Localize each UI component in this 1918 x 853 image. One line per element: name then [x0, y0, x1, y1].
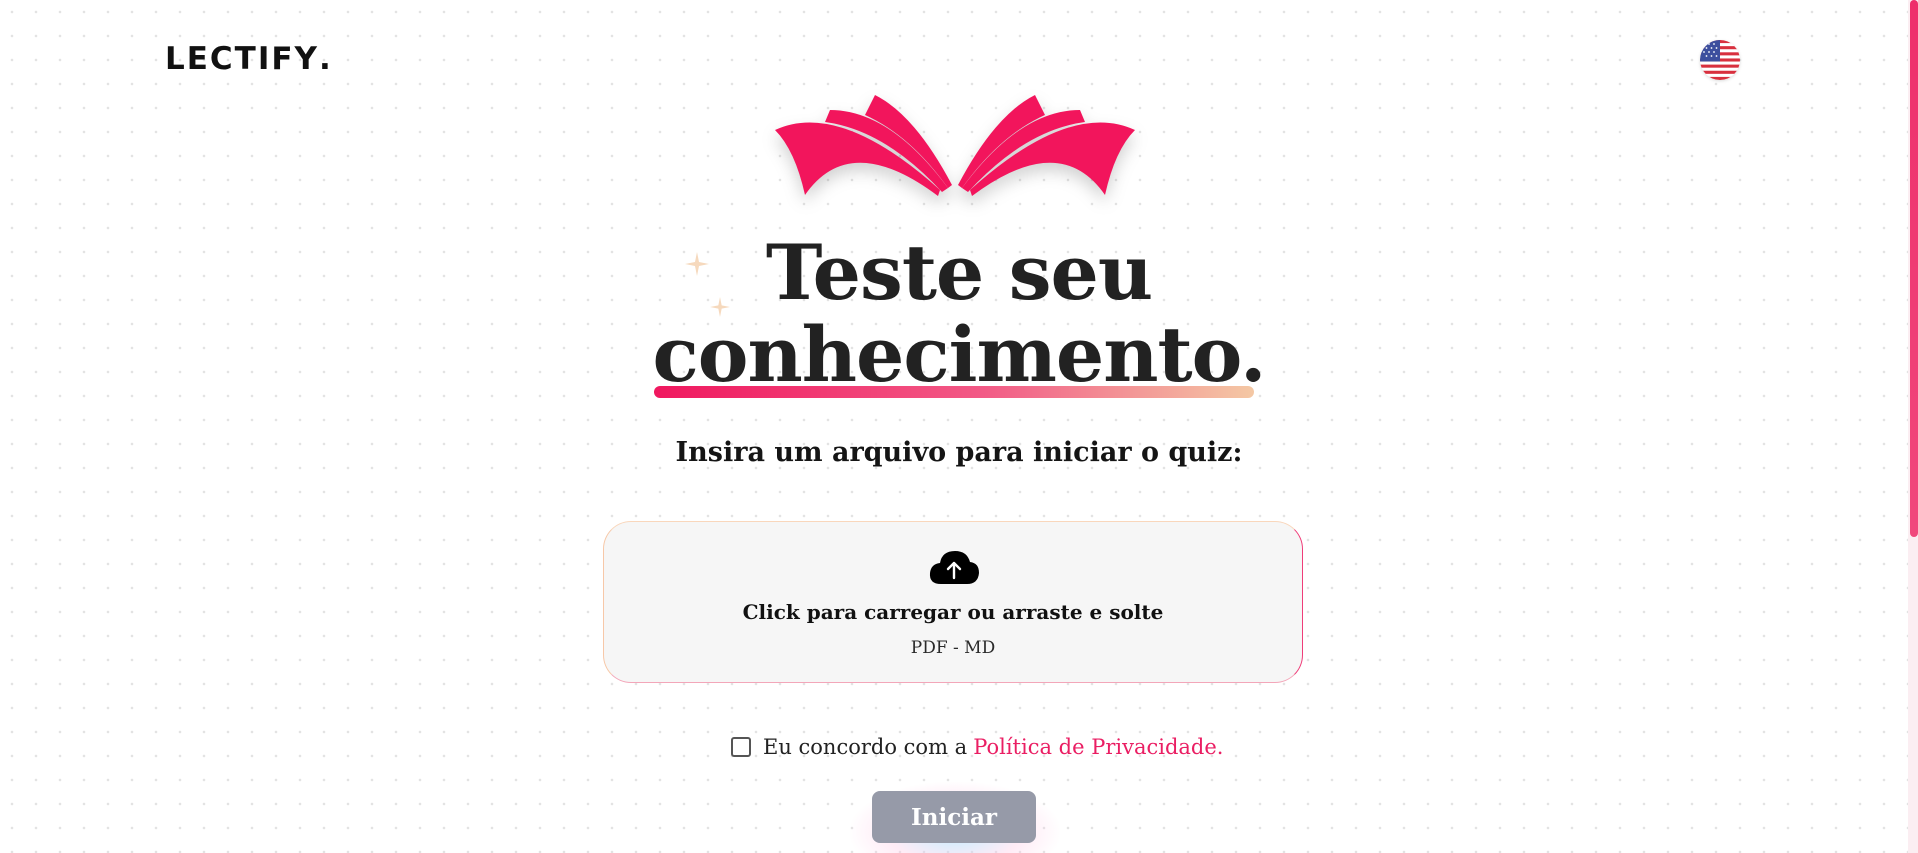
title-underline	[654, 386, 1254, 398]
file-upload-dropzone[interactable]: Click para carregar ou arraste e solte P…	[603, 521, 1303, 683]
privacy-checkbox[interactable]	[731, 737, 751, 757]
cloud-upload-icon	[929, 551, 979, 584]
upload-instructions: Insira um arquivo para iniciar o quiz:	[675, 437, 1243, 468]
logo-dot: .	[318, 41, 333, 77]
upload-formats: PDF - MD	[910, 638, 996, 658]
consent-text: Eu concordo com a	[763, 735, 968, 759]
open-book-icon	[775, 95, 1135, 196]
title-line-2: conhecimento.	[652, 310, 1267, 399]
logo-text: LECTIFY	[165, 41, 319, 77]
title-line-1: Teste seu	[765, 228, 1153, 317]
privacy-consent: Eu concordo com a Política de Privacidad…	[731, 734, 1223, 760]
page-title: Teste seu conhecimento.	[0, 232, 1918, 396]
app-logo[interactable]: LECTIFY.	[165, 44, 333, 75]
upload-title: Click para carregar ou arraste e solte	[742, 600, 1164, 624]
privacy-policy-link[interactable]: Política de Privacidade.	[973, 735, 1223, 759]
scrollbar-thumb[interactable]	[1910, 0, 1918, 537]
language-selector-us-flag-icon[interactable]	[1700, 40, 1740, 80]
start-button[interactable]: Iniciar	[872, 791, 1036, 843]
